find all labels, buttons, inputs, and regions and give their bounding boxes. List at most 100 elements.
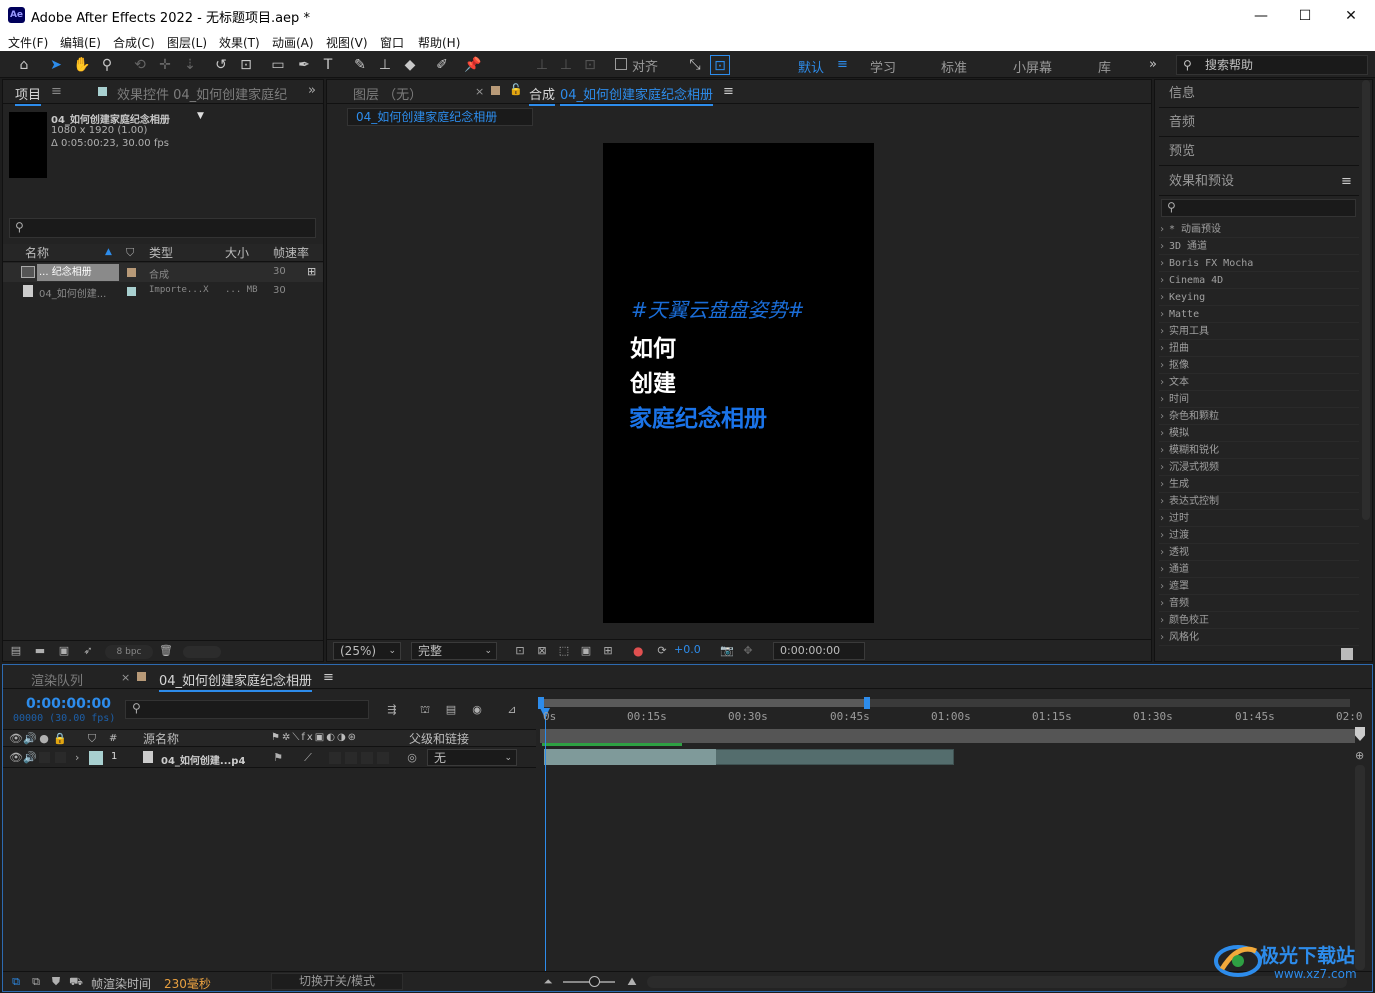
project-item-name[interactable]: ... 纪念相册	[37, 264, 119, 281]
panel-overflow-icon[interactable]: »	[308, 83, 316, 98]
type-tool-icon[interactable]: T	[318, 55, 338, 75]
column-parent-link[interactable]: 父级和链接	[409, 730, 469, 748]
sort-ascending-icon[interactable]: ▲	[105, 247, 112, 257]
current-time-indicator[interactable]	[545, 709, 546, 971]
menu-view[interactable]: 视图(V)	[326, 34, 368, 51]
comp-canvas[interactable]: #天翼云盘盘姿势# 如何 创建 家庭纪念相册	[603, 143, 874, 623]
draft-3d-icon[interactable]: ⛫	[418, 703, 432, 717]
rotation-tool-icon[interactable]: ↺	[211, 55, 231, 75]
lock-icon[interactable]: 🔓	[509, 83, 523, 96]
effect-category[interactable]: › 过渡	[1159, 527, 1359, 544]
menu-edit[interactable]: 编辑(E)	[60, 34, 101, 51]
tab-render-queue[interactable]: 渲染队列	[31, 670, 83, 689]
effect-category[interactable]: › Keying	[1159, 289, 1359, 306]
zoom-out-icon[interactable]: ⏶	[541, 975, 555, 989]
tab-layer[interactable]: 图层 （无）	[353, 84, 422, 103]
preview-panel-header[interactable]: 预览	[1159, 138, 1359, 166]
effect-category[interactable]: › 通道	[1159, 561, 1359, 578]
layer-switches-icons[interactable]: ⚑✲⟍fx▣◐◑⊛	[271, 732, 358, 743]
zoom-tool-icon[interactable]: ⚲	[97, 55, 117, 75]
time-navigator-range[interactable]	[540, 699, 866, 707]
video-eye-icon[interactable]: 👁	[9, 751, 23, 765]
effect-category[interactable]: › 沉浸式视频	[1159, 459, 1359, 476]
panel-menu-icon[interactable]: ≡	[323, 670, 334, 685]
audio-speaker-icon[interactable]: 🔊	[23, 751, 37, 765]
anchor-point-tool-icon[interactable]: ⊡	[236, 55, 256, 75]
new-folder-icon[interactable]: ▬	[33, 644, 47, 658]
effects-presets-header[interactable]: 效果和预设	[1159, 168, 1359, 196]
timeline-search-input[interactable]: ⚲	[125, 700, 369, 719]
graph-editor-icon[interactable]: ⊿	[505, 703, 519, 717]
project-scroll-handle[interactable]	[183, 646, 221, 658]
transparency-grid-icon[interactable]: ⊠	[535, 644, 549, 658]
effect-category[interactable]: › 文本	[1159, 374, 1359, 391]
search-help-input[interactable]: ⚲ 搜索帮助	[1176, 55, 1368, 75]
panel-menu-icon[interactable]: ≡	[51, 84, 62, 99]
column-fps[interactable]: 帧速率	[273, 244, 309, 262]
menu-window[interactable]: 窗口	[380, 34, 404, 51]
local-axis-icon[interactable]: ⊥	[532, 55, 552, 75]
effect-category[interactable]: › 扭曲	[1159, 340, 1359, 357]
view-axis-icon[interactable]: ⊡	[580, 55, 600, 75]
effect-category[interactable]: › Matte	[1159, 306, 1359, 323]
zoom-in-icon[interactable]: ⛰	[625, 975, 639, 989]
effect-category[interactable]: › 遮罩	[1159, 578, 1359, 595]
comp-info-dropdown-icon[interactable]: ▼	[197, 111, 204, 121]
lock-toggle[interactable]	[55, 752, 66, 763]
pick-whip-icon[interactable]: ◎	[405, 751, 419, 765]
project-row[interactable]: 04_如何创建... Importe...X ... MB 30	[3, 282, 323, 301]
quality-switch-icon[interactable]: ⟋	[301, 751, 315, 765]
clone-stamp-tool-icon[interactable]: ⊥	[375, 55, 395, 75]
close-button[interactable]: ✕	[1336, 4, 1366, 28]
tab-timeline-comp[interactable]: 04_如何创建家庭纪念相册	[159, 670, 313, 692]
guides-icon[interactable]: ▣	[579, 644, 593, 658]
project-search-input[interactable]: ⚲	[9, 218, 316, 238]
effect-category[interactable]: › 透视	[1159, 544, 1359, 561]
expand-layer-switches-icon[interactable]: ⧉	[9, 975, 23, 989]
new-preset-icon[interactable]	[1341, 648, 1353, 660]
eraser-tool-icon[interactable]: ◆	[400, 55, 420, 75]
menu-layer[interactable]: 图层(L)	[167, 34, 207, 51]
column-source-name[interactable]: 源名称	[143, 730, 179, 748]
panel-menu-icon[interactable]: ≡	[723, 84, 734, 99]
close-tab-icon[interactable]: ×	[475, 85, 484, 98]
audio-panel-header[interactable]: 音频	[1159, 109, 1359, 137]
effect-category[interactable]: › Boris FX Mocha	[1159, 255, 1359, 272]
effect-category[interactable]: › 风格化	[1159, 629, 1359, 646]
video-eye-icon[interactable]: 👁	[9, 732, 23, 746]
expand-transfer-controls-icon[interactable]: ⧉	[29, 975, 43, 989]
effect-category[interactable]: › 杂色和颗粒	[1159, 408, 1359, 425]
close-tab-icon[interactable]: ×	[121, 671, 130, 684]
grid-options-icon[interactable]: ⊞	[601, 644, 615, 658]
menu-effect[interactable]: 效果(T)	[219, 34, 260, 51]
menu-file[interactable]: 文件(F)	[8, 34, 48, 51]
effect-category[interactable]: › 3D 通道	[1159, 238, 1359, 255]
show-snapshot-icon[interactable]: ✥	[741, 644, 755, 658]
rectangle-tool-icon[interactable]: ▭	[268, 55, 288, 75]
effect-category[interactable]: › 实用工具	[1159, 323, 1359, 340]
column-name[interactable]: 名称	[25, 244, 49, 262]
interpret-footage-icon[interactable]: ▤	[9, 644, 23, 658]
region-of-interest-icon[interactable]: ⊡	[513, 644, 527, 658]
maximize-button[interactable]: ☐	[1290, 4, 1320, 28]
orbit-camera-icon[interactable]: ⟲	[130, 55, 150, 75]
mask-visibility-icon[interactable]: ⬚	[557, 644, 571, 658]
label-swatch[interactable]	[127, 287, 136, 296]
workspace-libraries[interactable]: 库	[1098, 57, 1111, 76]
menu-composition[interactable]: 合成(C)	[113, 34, 155, 51]
effects-search-input[interactable]: ⚲	[1161, 199, 1356, 217]
menu-animation[interactable]: 动画(A)	[272, 34, 314, 51]
align-checkbox[interactable]	[615, 58, 627, 70]
composition-mini-flowchart-icon[interactable]: ⇶	[385, 703, 399, 717]
parent-dropdown[interactable]: 无 ⌄	[427, 749, 517, 766]
tab-composition[interactable]: 04_如何创建家庭纪念相册	[560, 84, 714, 106]
workspace-small-screen[interactable]: 小屏幕	[1013, 57, 1052, 76]
zoom-dropdown[interactable]: (25%) ⌄	[333, 642, 401, 660]
snapping-grid-icon[interactable]: ⊡	[710, 55, 730, 75]
label-swatch[interactable]	[127, 268, 136, 277]
effect-category[interactable]: › 表达式控制	[1159, 493, 1359, 510]
roto-brush-tool-icon[interactable]: ✐	[432, 55, 452, 75]
panel-menu-icon[interactable]: ≡	[1341, 174, 1352, 189]
bit-depth-button[interactable]: 8 bpc	[105, 645, 153, 659]
effect-category[interactable]: › 模糊和锐化	[1159, 442, 1359, 459]
